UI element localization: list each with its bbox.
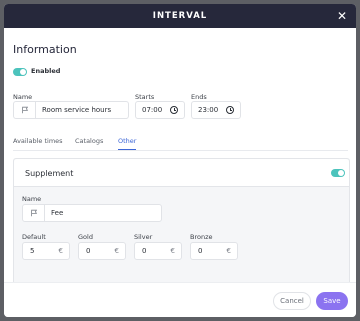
amount-value: 0 — [86, 247, 91, 255]
currency-symbol: € — [114, 247, 119, 255]
currency-symbol: € — [58, 247, 63, 255]
amount-value: 5 — [30, 247, 35, 255]
name-value: Room service hours — [42, 106, 112, 114]
currency-symbol: € — [170, 247, 175, 255]
amount-field-default[interactable]: 5 € — [22, 242, 70, 260]
supplement-heading: Supplement — [25, 169, 74, 178]
amount-field-bronze[interactable]: 0 € — [190, 242, 238, 260]
name-label: Name — [13, 93, 33, 101]
ends-time-field[interactable]: 23:00 — [191, 101, 241, 119]
dialog-content: Information Enabled Name Room service ho… — [4, 28, 356, 298]
amount-label-bronze: Bronze — [190, 233, 213, 241]
starts-value: 07:00 — [142, 106, 163, 114]
supplement-name-label: Name — [22, 195, 42, 203]
tab-available-times[interactable]: Available times — [13, 137, 63, 145]
close-icon[interactable]: ✕ — [334, 8, 350, 24]
starts-time-field[interactable]: 07:00 — [135, 101, 185, 119]
flag-icon — [14, 102, 36, 118]
tab-other[interactable]: Other — [118, 137, 137, 150]
dialog-title: INTERVAL — [152, 11, 208, 21]
supplement-toggle[interactable] — [331, 169, 345, 177]
tab-catalogs[interactable]: Catalogs — [75, 137, 103, 145]
save-button[interactable]: Save — [316, 292, 348, 310]
amount-value: 0 — [198, 247, 203, 255]
flag-icon — [23, 205, 45, 221]
amount-label-default: Default — [22, 233, 46, 241]
supplement-name-field[interactable]: Fee — [22, 204, 162, 222]
enabled-label: Enabled — [31, 67, 61, 75]
clock-icon[interactable] — [170, 106, 178, 114]
interval-dialog: INTERVAL ✕ Information Enabled Name Room… — [4, 4, 356, 317]
amount-field-gold[interactable]: 0 € — [78, 242, 126, 260]
supplement-panel: Supplement Name Fee Default 5 € Gold 0 €… — [13, 158, 350, 298]
ends-label: Ends — [191, 93, 207, 101]
tab-bar: Available times Catalogs Other — [13, 137, 348, 151]
currency-symbol: € — [226, 247, 231, 255]
starts-label: Starts — [135, 93, 155, 101]
ends-value: 23:00 — [198, 106, 219, 114]
amount-value: 0 — [142, 247, 147, 255]
supplement-name-value: Fee — [51, 209, 64, 217]
amount-label-silver: Silver — [134, 233, 153, 241]
amount-label-gold: Gold — [78, 233, 93, 241]
clock-icon[interactable] — [226, 106, 234, 114]
supplement-header: Supplement — [14, 159, 349, 187]
dialog-titlebar: INTERVAL ✕ — [4, 4, 356, 28]
information-heading: Information — [13, 43, 77, 56]
name-field[interactable]: Room service hours — [13, 101, 129, 119]
enabled-toggle[interactable] — [13, 68, 27, 76]
dialog-footer: Cancel Save — [4, 282, 356, 317]
amount-field-silver[interactable]: 0 € — [134, 242, 182, 260]
cancel-button[interactable]: Cancel — [273, 292, 311, 310]
